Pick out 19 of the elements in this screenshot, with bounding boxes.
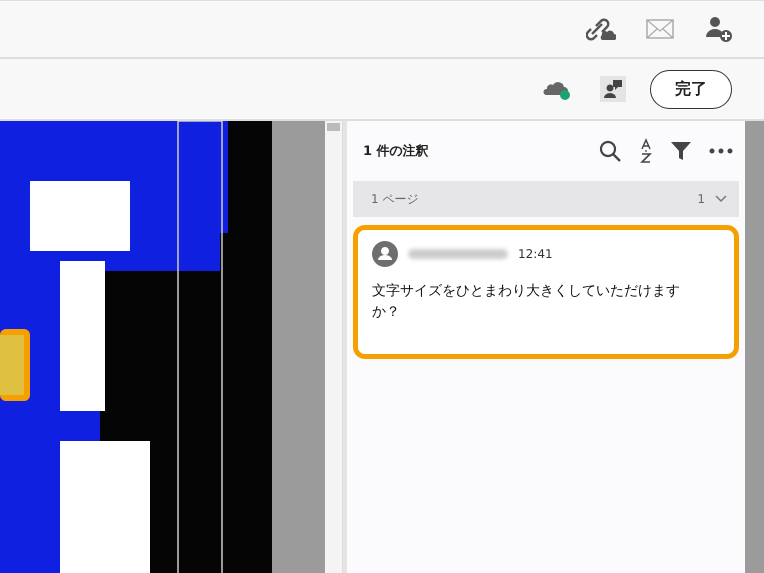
scrollbar-track[interactable] — [325, 121, 343, 573]
comment-count: 1 — [697, 192, 705, 206]
sort-icon[interactable] — [639, 138, 653, 164]
page-label: 1 ページ — [371, 190, 418, 208]
comment-text: 文字サイズをひとまわり大きくしていただけますか？ — [372, 282, 681, 322]
page-group-header[interactable]: 1 ページ 1 — [353, 181, 739, 217]
comment-time: 12:41 — [518, 247, 553, 261]
comments-count-title: 1 件の注釈 — [363, 142, 429, 160]
share-comment-icon[interactable] — [600, 76, 626, 102]
search-icon[interactable] — [598, 139, 622, 163]
add-user-icon[interactable] — [704, 15, 734, 43]
filter-icon[interactable] — [670, 140, 692, 162]
comment-card[interactable]: 12:41 文字サイズをひとまわり大きくしていただけますか？ — [353, 225, 739, 359]
done-button[interactable]: 完了 — [650, 70, 732, 108]
chevron-icon[interactable] — [715, 195, 727, 203]
link-cloud-icon[interactable] — [586, 16, 616, 42]
avatar-icon — [372, 241, 398, 267]
scrollbar-thumb[interactable] — [327, 123, 340, 131]
more-icon[interactable] — [709, 148, 733, 154]
